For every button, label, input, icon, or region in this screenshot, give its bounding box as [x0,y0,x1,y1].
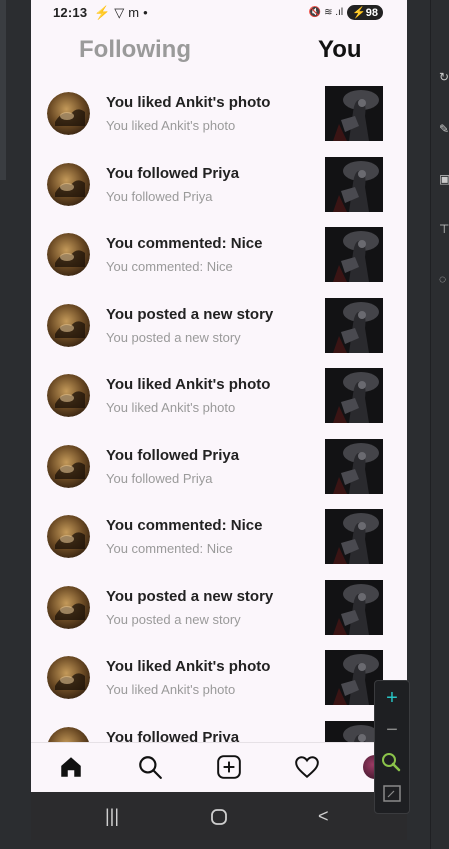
tab-you[interactable]: You [318,36,362,64]
activity-row[interactable]: You posted a new story You posted a new s… [31,572,407,642]
zoom-out-button[interactable]: − [375,715,409,745]
battery-indicator: ⚡98 [347,5,383,20]
tab-following[interactable]: Following [79,36,191,64]
activity-subtitle: You liked Ankit's photo [106,400,236,415]
phone-screen: 12:13 ⚡ ▽ m • 🔇 ≋ .ıl ⚡98 Following You … [31,0,407,840]
activity-avatar[interactable] [47,303,90,347]
activity-subtitle: You followed Priya [106,470,213,486]
activity-avatar[interactable] [47,585,90,629]
activity-avatar[interactable] [47,656,90,699]
activity-list[interactable]: You liked Ankit's photo You liked Ankit's… [31,78,407,742]
activity-title: You liked Ankit's photo [106,94,271,111]
notification-icons: ⚡ ▽ m • [94,5,148,20]
home-button[interactable] [210,808,228,826]
activity-post-thumbnail[interactable] [325,509,383,564]
toolbar-icon[interactable]: ↻ [439,70,449,84]
activity-subtitle: You liked Ankit's photo [106,682,236,697]
activity-subtitle: You posted a new story [106,611,241,627]
activity-avatar[interactable] [47,726,90,742]
activity-row[interactable]: You liked Ankit's photo You liked Ankit's… [31,78,407,148]
activity-row[interactable]: You posted a new story You posted a new s… [31,290,407,360]
emulator-zoom-toolbar: + − [374,680,410,814]
activity-title: You followed Priya [106,728,240,743]
activity-post-thumbnail[interactable] [325,368,383,423]
activity-avatar[interactable] [47,162,90,206]
activity-row[interactable]: You liked Ankit's photo You liked Ankit's… [31,360,407,430]
activity-title: You liked Ankit's photo [106,376,271,393]
activity-subtitle: You posted a new story [106,329,241,345]
activity-row[interactable]: You commented: Nice You commented: Nice [31,501,407,571]
recents-button[interactable]: ||| [105,806,119,827]
activity-row[interactable]: You liked Ankit's photo You liked Ankit's… [31,642,407,712]
activity-title: You commented: Nice [106,235,263,252]
activity-subtitle: You followed Priya [106,188,213,204]
activity-row[interactable]: You followed PriyaYou followed Priya [31,713,407,743]
heart-icon[interactable] [294,754,320,780]
activity-avatar[interactable] [47,515,90,558]
toolbar-icon[interactable]: ◌ [439,272,449,286]
activity-tabs: Following You [31,34,407,68]
activity-post-thumbnail[interactable] [325,297,383,353]
activity-row[interactable]: You followed Priya You followed Priya [31,149,407,219]
activity-subtitle: You liked Ankit's photo [106,118,236,133]
back-button[interactable]: < [318,806,329,827]
activity-row[interactable]: You commented: Nice You commented: Nice [31,219,407,289]
toolbar-icon[interactable]: ⊤ [439,222,449,236]
home-icon[interactable] [58,754,84,780]
search-icon[interactable] [137,754,163,780]
zoom-magnifier-icon[interactable] [375,747,409,777]
toolbar-icon[interactable]: ▣ [439,172,449,186]
bottom-navigation [31,742,407,793]
activity-row[interactable]: You followed Priya You followed Priya [31,431,407,501]
signal-icons: 🔇 ≋ .ıl [308,7,344,18]
activity-title: You liked Ankit's photo [106,658,271,675]
activity-avatar[interactable] [47,374,90,417]
activity-avatar[interactable] [47,92,90,135]
activity-subtitle: You commented: Nice [106,259,233,274]
zoom-in-button[interactable]: + [375,683,409,713]
activity-post-thumbnail[interactable] [325,579,383,635]
status-bar: 12:13 ⚡ ▽ m • 🔇 ≋ .ıl ⚡98 [31,0,407,26]
activity-post-thumbnail[interactable] [325,227,383,282]
activity-title: You posted a new story [106,305,274,323]
system-navigation-bar: ||| < [31,792,407,840]
activity-title: You followed Priya [106,164,240,182]
activity-title: You posted a new story [106,587,274,605]
activity-subtitle: You commented: Nice [106,541,233,556]
fit-screen-icon[interactable] [375,779,409,809]
ide-right-toolbar: ↻ ✎ ▣ ⊤ ◌ [430,0,449,849]
editor-left-strip [0,0,6,180]
clock: 12:13 [53,5,88,20]
activity-avatar[interactable] [47,233,90,276]
activity-avatar[interactable] [47,444,90,488]
activity-title: You commented: Nice [106,517,263,534]
activity-post-thumbnail[interactable] [325,438,383,494]
activity-title: You followed Priya [106,446,240,464]
add-post-icon[interactable] [216,754,242,780]
activity-post-thumbnail[interactable] [325,86,383,141]
activity-post-thumbnail[interactable] [325,156,383,212]
toolbar-icon[interactable]: ✎ [439,122,449,136]
